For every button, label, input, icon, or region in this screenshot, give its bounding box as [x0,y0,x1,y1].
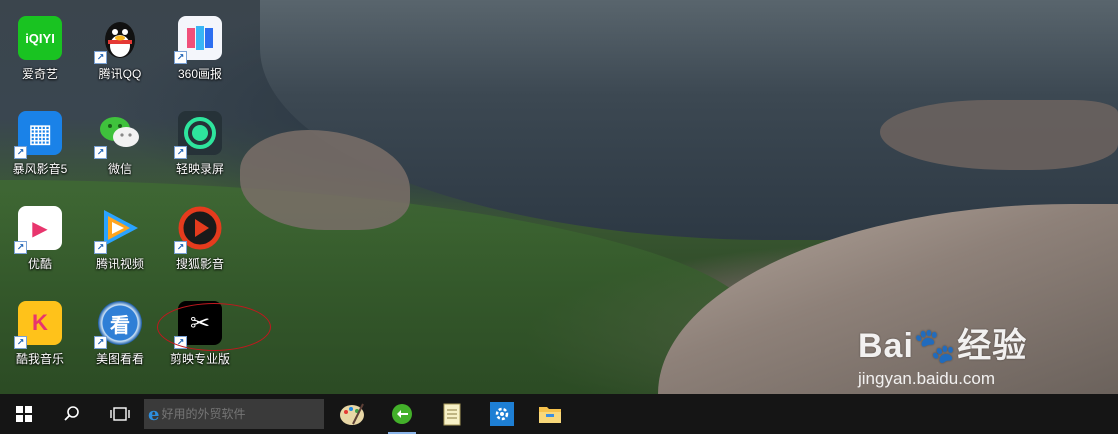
desktop-icon-label: 搜狐影音 [175,257,224,271]
watermark-url: jingyan.baidu.com [858,369,996,388]
desktop-icon-qq[interactable]: ↗ 腾讯QQ [80,16,160,82]
notepad-icon [443,403,461,426]
taskbar: e [0,394,1118,434]
sohu-video-icon: ↗ [174,206,222,254]
highlight-ellipse-annotation [157,303,271,351]
taskbar-pin-file-explorer[interactable] [530,394,570,434]
desktop-icon-kuwo[interactable]: K ↗ 酷我音乐 [0,301,80,367]
desktop-icon-label: 酷我音乐 [15,352,64,366]
shortcut-arrow-icon: ↗ [14,241,27,254]
desktop-icon-label: 腾讯QQ [98,67,142,81]
baidu-jingyan-watermark: Bai🐾经验 jingyan.baidu.com [858,318,1027,389]
file-explorer-folder-icon [539,407,561,423]
desktop-icon-sohu-video[interactable]: ↗ 搜狐影音 [160,206,240,272]
youku-icon: ▶ ↗ [14,206,62,254]
baofeng-icon: ▦ ↗ [14,111,62,159]
desktop-icon-label: 腾讯视频 [95,257,144,271]
taskbar-pin-notepad[interactable] [432,394,472,434]
shortcut-arrow-icon: ↗ [94,51,107,64]
search-icon [64,406,79,421]
settings-gear-icon [490,402,514,426]
desktop-icon-label: 暴风影音5 [12,162,68,176]
desktop-icon-meitu[interactable]: 看 ↗ 美图看看 [80,301,160,367]
desktop-icon-360huabao[interactable]: ↗ 360画报 [160,16,240,82]
tencent-video-icon: ↗ [94,206,142,254]
iqiyi-icon: iQIYI [18,16,62,60]
desktop-icon-label: 爱奇艺 [21,67,58,81]
taskbar-pin-paint[interactable] [332,394,372,434]
search-button[interactable] [52,394,92,434]
desktop-icon-label: 360画报 [177,67,223,81]
qq-penguin-icon: ↗ [94,16,142,64]
qingying-record-icon: ↗ [174,111,222,159]
desktop-icon-label: 美图看看 [95,352,144,366]
desktop-icon-iqiyi[interactable]: iQIYI 爱奇艺 [0,16,80,82]
shortcut-arrow-icon: ↗ [14,146,27,159]
shortcut-arrow-icon: ↗ [174,51,187,64]
desktop-wallpaper: iQIYI 爱奇艺 ▦ ↗ 暴风影音5 ▶ ↗ 优酷 K ↗ 酷我音乐 ↗ 腾讯QQ … [0,0,1118,394]
shortcut-arrow-icon: ↗ [94,241,107,254]
desktop-icon-baofeng[interactable]: ▦ ↗ 暴风影音5 [0,111,80,177]
desktop-icon-label: 剪映专业版 [169,352,230,366]
desktop-icon-label: 微信 [107,162,132,176]
shortcut-arrow-icon: ↗ [14,336,27,349]
360huabao-icon: ↗ [174,16,222,64]
desktop-icon-qingying[interactable]: ↗ 轻映录屏 [160,111,240,177]
shortcut-arrow-icon: ↗ [94,336,107,349]
taskbar-pin-settings[interactable] [482,394,522,434]
desktop-icon-wechat[interactable]: ↗ 微信 [80,111,160,177]
desktop-icon-label: 优酷 [27,257,52,271]
watermark-logo: Bai🐾经验 [858,327,1028,365]
wechat-icon: ↗ [94,111,142,159]
edge-e-icon: e [148,404,160,425]
taskbar-search-box[interactable]: e [144,399,324,429]
task-view-icon [110,407,130,421]
desktop-icon-youku[interactable]: ▶ ↗ 优酷 [0,206,80,272]
shortcut-arrow-icon: ↗ [174,146,187,159]
paint-palette-icon [340,403,364,425]
shortcut-arrow-icon: ↗ [94,146,107,159]
kuwo-icon: K ↗ [14,301,62,349]
taskbar-search-input[interactable] [159,406,319,422]
shortcut-arrow-icon: ↗ [174,241,187,254]
desktop-icon-tencent-video[interactable]: ↗ 腾讯视频 [80,206,160,272]
desktop-icon-label: 轻映录屏 [175,162,224,176]
start-button[interactable] [0,394,48,434]
meitu-icon: 看 ↗ [94,301,142,349]
windows-logo-icon [16,406,32,422]
taskbar-pin-green-app[interactable] [382,394,422,434]
green-circle-app-icon [392,404,412,424]
task-view-button[interactable] [98,394,142,434]
